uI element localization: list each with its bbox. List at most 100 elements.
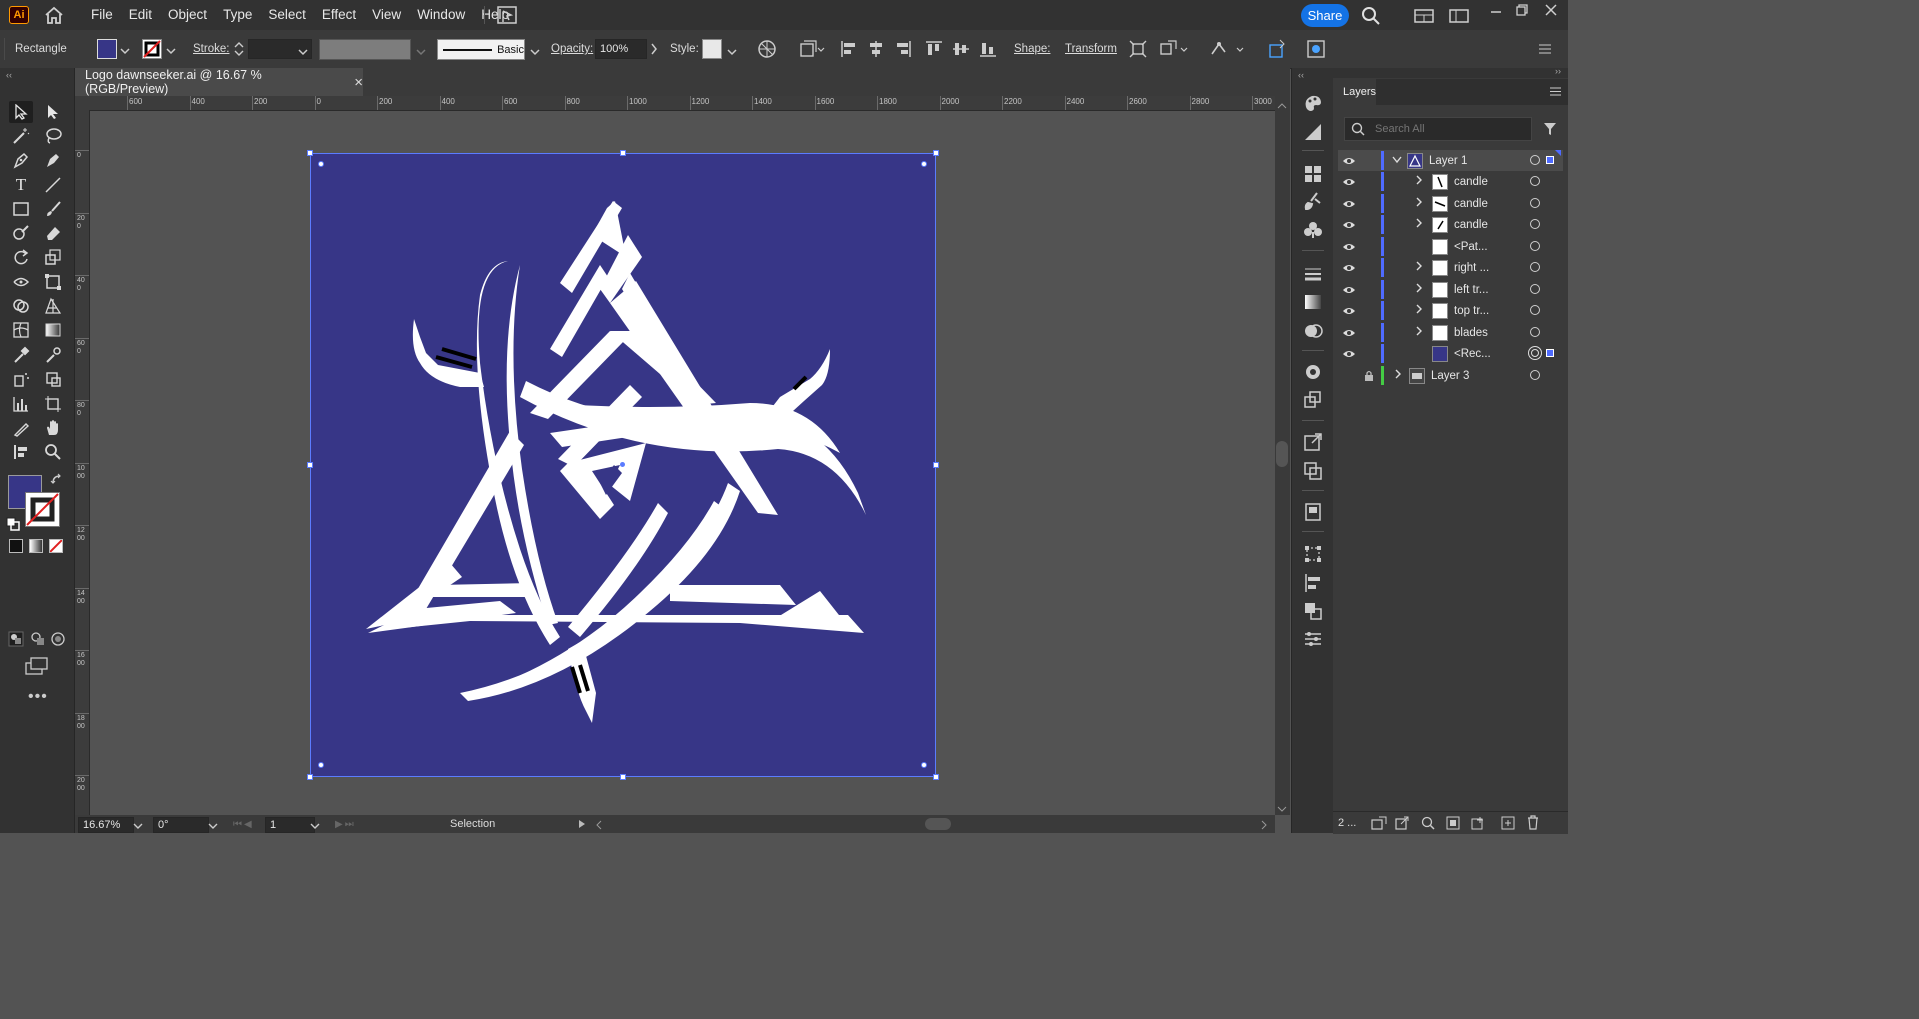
layer-row-candle-1[interactable]: candle [1338, 171, 1563, 192]
selection-handle[interactable] [933, 774, 939, 780]
visibility-eye-icon[interactable] [1342, 263, 1356, 273]
menu-file[interactable]: File [83, 0, 121, 30]
chevron-right-icon[interactable] [1415, 283, 1423, 296]
magic-wand-icon[interactable] [9, 125, 33, 147]
chevron-right-icon[interactable] [1415, 175, 1423, 188]
arrange-documents-icon[interactable] [497, 6, 517, 27]
blend-tool-icon[interactable] [41, 344, 65, 366]
chevron-right-icon[interactable] [1415, 197, 1423, 210]
transform-panel-icon[interactable] [1303, 544, 1323, 567]
selection-handle[interactable] [307, 462, 313, 468]
menu-object[interactable]: Object [160, 0, 215, 30]
layer-row-blades[interactable]: blades [1338, 322, 1563, 343]
corner-widget[interactable] [318, 161, 324, 167]
chevron-right-icon[interactable] [1415, 218, 1423, 231]
shape-builder-tool-icon[interactable] [9, 295, 33, 317]
edit-toolbar-icon[interactable]: ••• [28, 688, 48, 706]
gradient-tool-icon[interactable] [41, 319, 65, 341]
layer-row-candle-2[interactable]: candle [1338, 193, 1563, 214]
draw-behind-icon[interactable] [30, 631, 46, 650]
scroll-up-icon[interactable] [1277, 99, 1287, 113]
layer-row-right-triangle[interactable]: right ... [1338, 257, 1563, 278]
control-bar-menu-icon[interactable] [1538, 43, 1552, 58]
corner-widget[interactable] [318, 762, 324, 768]
puppet-warp-icon[interactable] [1210, 40, 1244, 61]
visibility-eye-icon[interactable] [1342, 220, 1356, 230]
delete-layer-icon[interactable] [1526, 815, 1540, 833]
stroke-swatch[interactable] [142, 39, 162, 59]
create-new-layer-icon[interactable] [1501, 816, 1515, 833]
visibility-eye-icon[interactable] [1342, 285, 1356, 295]
hand-tool-icon[interactable] [41, 417, 65, 439]
properties-icon[interactable] [1303, 629, 1323, 652]
target-circle-icon[interactable] [1530, 284, 1540, 294]
opacity-label[interactable]: Opacity: [551, 43, 593, 55]
chevron-down-icon[interactable] [310, 822, 320, 834]
minimize-icon[interactable] [1489, 4, 1503, 21]
rotation-field[interactable]: 0° [153, 817, 209, 833]
curvature-tool-icon[interactable] [41, 149, 65, 171]
chevron-down-icon[interactable] [120, 44, 130, 58]
artboard-tool-icon[interactable] [41, 393, 65, 415]
layers-tab[interactable]: Layers [1333, 79, 1376, 107]
selection-handle[interactable] [307, 774, 313, 780]
corner-widget[interactable] [921, 161, 927, 167]
chevron-right-icon[interactable] [650, 43, 658, 58]
align-bottom-icon[interactable] [979, 40, 997, 61]
chevron-down-icon[interactable] [530, 45, 540, 59]
align-left-icon[interactable] [840, 40, 858, 61]
draw-inside-icon[interactable] [50, 631, 66, 650]
swap-fill-stroke-icon[interactable] [50, 473, 64, 490]
export-icon[interactable] [1395, 816, 1409, 833]
search-icon[interactable] [1361, 6, 1381, 29]
layer-row-left-triangle[interactable]: left tr... [1338, 279, 1563, 300]
pen-tool-icon[interactable] [9, 149, 33, 171]
export-for-screens-icon[interactable] [1303, 432, 1323, 455]
free-transform-tool-icon[interactable] [41, 271, 65, 293]
graphic-style-swatch[interactable] [702, 39, 722, 59]
chevron-right-icon[interactable] [1394, 369, 1402, 382]
target-circle-icon[interactable] [1530, 198, 1540, 208]
libraries-icon[interactable] [1303, 502, 1323, 525]
zoom-tool-icon[interactable] [41, 441, 65, 463]
artboard-number-field[interactable]: 1 [265, 817, 315, 833]
stroke-panel-icon[interactable] [1303, 264, 1323, 287]
align-right-icon[interactable] [894, 40, 912, 61]
visibility-eye-icon[interactable] [1342, 306, 1356, 316]
eraser-tool-icon[interactable] [41, 222, 65, 244]
vertical-scrollbar[interactable] [1275, 96, 1290, 815]
share-button[interactable]: Share [1301, 4, 1349, 27]
line-segment-tool-icon[interactable] [41, 174, 65, 196]
selection-tool-icon[interactable] [9, 101, 33, 123]
panel-menu-icon[interactable] [1549, 86, 1562, 100]
draw-normal-icon[interactable] [8, 631, 24, 650]
align-panel-icon[interactable] [1303, 573, 1323, 596]
stroke-label[interactable]: Stroke: [193, 43, 229, 55]
selection-handle[interactable] [620, 774, 626, 780]
selection-indicator[interactable] [1546, 349, 1554, 357]
menu-view[interactable]: View [364, 0, 409, 30]
menu-type[interactable]: Type [215, 0, 260, 30]
symbols-icon[interactable] [1303, 220, 1323, 243]
appearance-icon[interactable] [1303, 362, 1323, 385]
pathfinder-quick-icon[interactable] [1306, 39, 1326, 62]
scroll-down-icon[interactable] [1277, 802, 1287, 816]
pathfinder-icon[interactable] [1303, 601, 1323, 624]
lock-icon[interactable] [1356, 370, 1381, 382]
brushes-icon[interactable] [1303, 191, 1323, 214]
layer-row-candle-3[interactable]: candle [1338, 214, 1563, 235]
rotate-tool-icon[interactable] [9, 246, 33, 268]
screen-mode-icon[interactable] [25, 657, 49, 678]
selection-handle[interactable] [933, 150, 939, 156]
brush-definition[interactable]: Basic [437, 39, 525, 60]
recolor-artwork-icon[interactable] [758, 40, 776, 61]
arrange-icon[interactable] [1159, 40, 1189, 61]
chevron-down-icon[interactable] [133, 822, 143, 834]
scroll-right-icon[interactable] [1260, 819, 1268, 833]
layer-row-layer-1[interactable]: Layer 1 [1338, 150, 1563, 171]
expand-icon[interactable]: ›› [1555, 66, 1561, 76]
chevron-down-icon[interactable] [298, 45, 308, 59]
close-tab-icon[interactable]: × [354, 74, 363, 91]
layer-row-path[interactable]: <Pat... [1338, 236, 1563, 257]
opacity-field[interactable]: 100% [595, 39, 647, 59]
